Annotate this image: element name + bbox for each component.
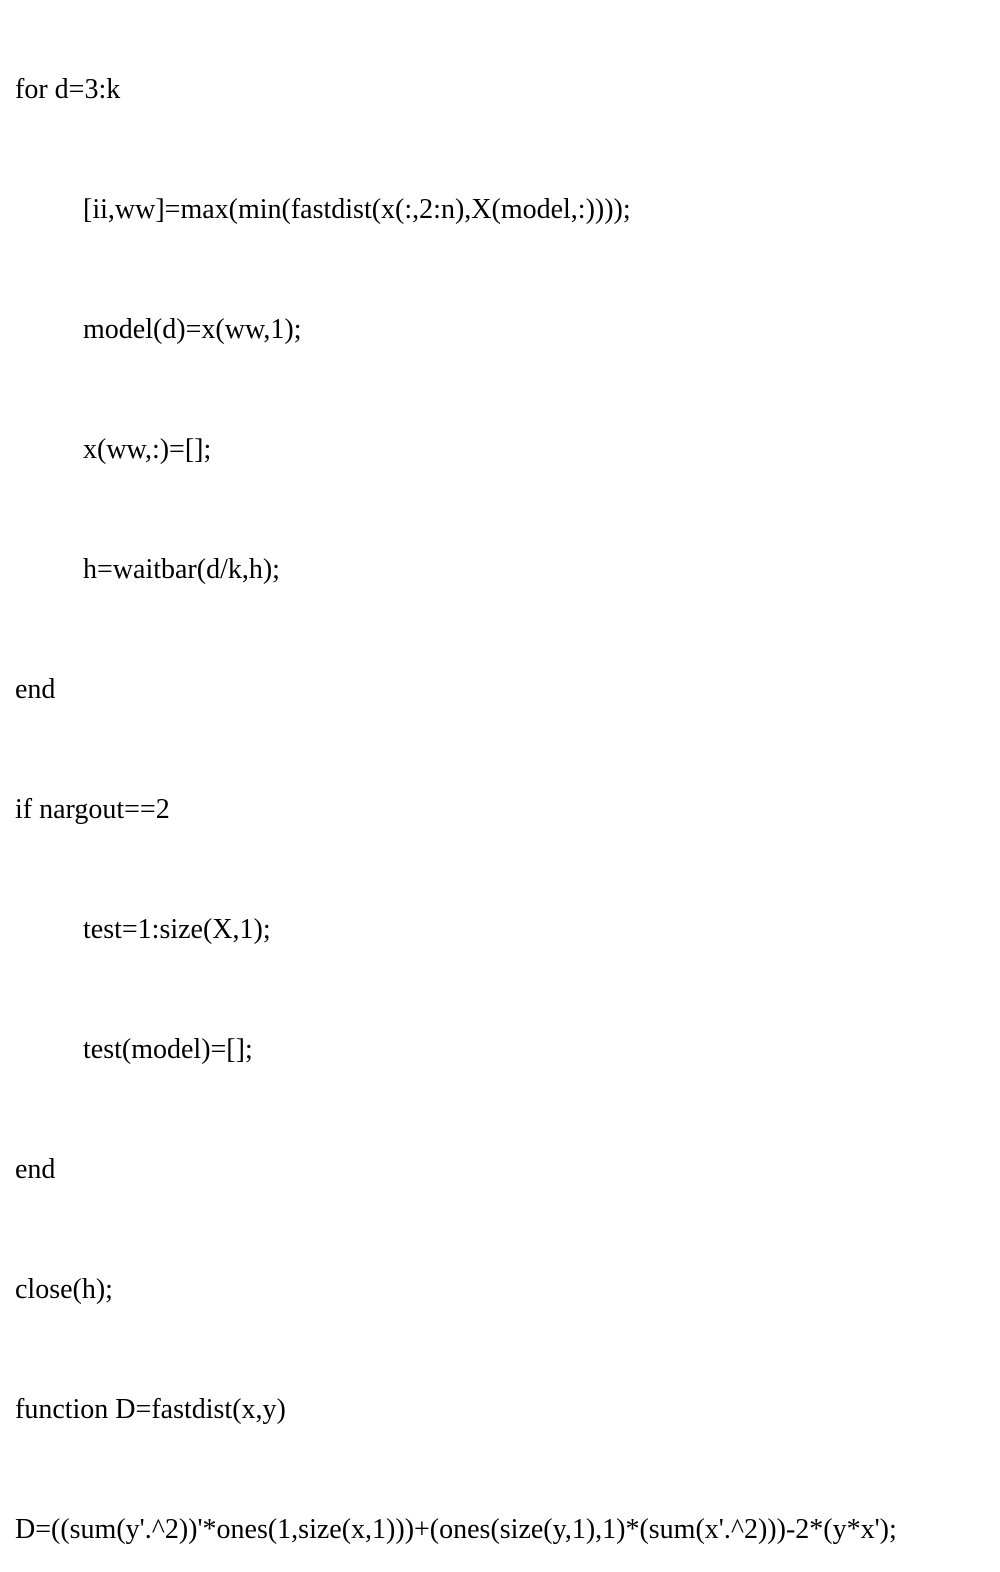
code-line: function D=fastdist(x,y): [15, 1396, 985, 1424]
code-line: x(ww,:)=[];: [15, 436, 985, 464]
code-line: close(h);: [15, 1276, 985, 1304]
code-line: h=waitbar(d/k,h);: [15, 556, 985, 584]
code-line: model(d)=x(ww,1);: [15, 316, 985, 344]
code-line: test(model)=[];: [15, 1036, 985, 1064]
code-line: [ii,ww]=max(min(fastdist(x(:,2:n),X(mode…: [15, 196, 985, 224]
code-line: for d=3:k: [15, 76, 985, 104]
code-line: test=1:size(X,1);: [15, 916, 985, 944]
code-line: end: [15, 1156, 985, 1184]
code-listing: for d=3:k [ii,ww]=max(min(fastdist(x(:,2…: [15, 20, 985, 1572]
code-line: end: [15, 676, 985, 704]
code-line: D=((sum(y'.^2))'*ones(1,size(x,1)))+(one…: [15, 1516, 985, 1544]
code-line: if nargout==2: [15, 796, 985, 824]
